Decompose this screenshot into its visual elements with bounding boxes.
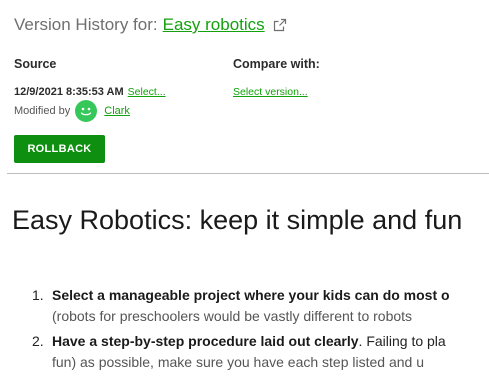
external-link-icon[interactable] (273, 17, 287, 37)
list-item: 1. Select a manageable project where your… (32, 285, 489, 327)
source-select-link[interactable]: Select... (128, 86, 166, 98)
list-item-second-line: fun) as possible, make sure you have eac… (52, 354, 424, 370)
list-item-second-line: (robots for preschoolers would be vastly… (52, 308, 413, 324)
rollback-button[interactable]: ROLLBACK (14, 135, 105, 163)
list-item: 2. Have a step-by-step procedure laid out… (32, 331, 489, 373)
compare-label: Compare with: (233, 57, 320, 71)
source-label: Source (14, 57, 57, 71)
list-item-number: 1. (32, 287, 44, 303)
list-item-number: 2. (32, 333, 44, 349)
source-timestamp: 12/9/2021 8:35:53 AM (14, 86, 124, 98)
list-item-bold: Have a step-by-step procedure laid out c… (52, 333, 359, 349)
document-list: 1. Select a manageable project where your… (32, 285, 489, 377)
version-history-title: Version History for: Easy robotics (14, 15, 287, 37)
title-prefix: Version History for: (14, 15, 158, 34)
divider (7, 173, 489, 174)
compare-section: Compare with: (233, 57, 320, 71)
version-history-panel: Version History for: Easy robotics Source… (0, 0, 489, 381)
list-item-text: . Failing to pla (358, 333, 446, 349)
list-item-bold: Select a manageable project where your k… (52, 287, 450, 303)
page-link[interactable]: Easy robotics (163, 15, 265, 34)
modified-by-user-link[interactable]: Clark (104, 105, 130, 117)
document-heading: Easy Robotics: keep it simple and fun (12, 205, 463, 235)
modified-by-row: Modified by Clark (14, 100, 130, 122)
source-version-line: 12/9/2021 8:35:53 AM Select... (14, 86, 166, 98)
compare-select-link[interactable]: Select version... (233, 86, 308, 98)
smiley-avatar-icon (75, 100, 98, 122)
source-section: Source (14, 57, 56, 71)
modified-by-label: Modified by (14, 105, 71, 117)
